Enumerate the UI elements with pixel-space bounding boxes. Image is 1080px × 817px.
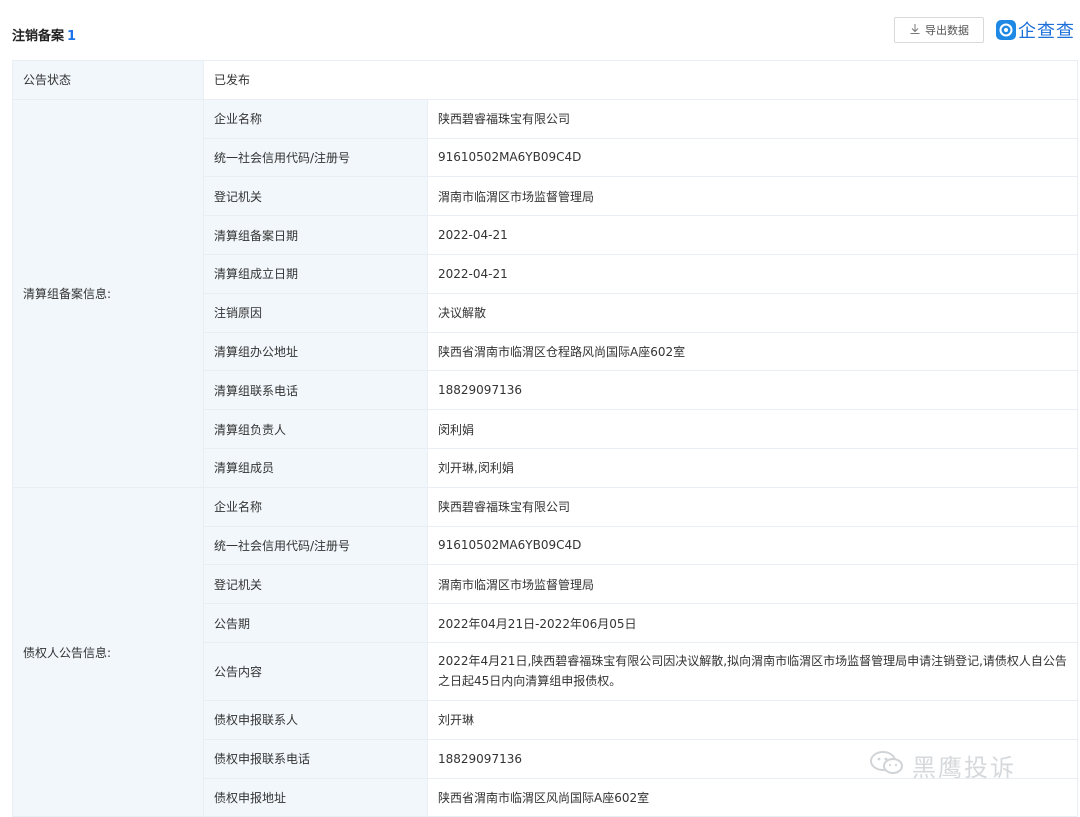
- cancellation-record-table: 公告状态 已发布 清算组备案信息: 企业名称 陕西碧睿福珠宝有限公司 统一社会信…: [12, 60, 1078, 817]
- section-header: 注销备案 1 导出数据 企查查: [0, 0, 1080, 64]
- field-label: 清算组负责人: [203, 409, 428, 449]
- field-value: 渭南市临渭区市场监督管理局: [427, 176, 1078, 217]
- field-label: 债权申报地址: [203, 777, 428, 817]
- field-label: 统一社会信用代码/注册号: [203, 525, 428, 566]
- field-label: 企业名称: [203, 486, 428, 527]
- export-data-button[interactable]: 导出数据: [894, 17, 984, 43]
- field-label: 清算组办公地址: [203, 331, 428, 372]
- status-value: 已发布: [203, 60, 1078, 100]
- field-label: 登记机关: [203, 176, 428, 217]
- watermark: 黑鹰投诉: [868, 748, 1016, 783]
- field-label: 债权申报联系电话: [203, 738, 428, 779]
- watermark-text: 黑鹰投诉: [912, 754, 1016, 782]
- field-label: 债权申报联系人: [203, 699, 428, 740]
- logo-text: 企查查: [1018, 21, 1075, 42]
- table-row: 公告状态 已发布: [12, 60, 1078, 100]
- field-label: 清算组联系电话: [203, 370, 428, 411]
- field-value: 刘开琳: [427, 699, 1078, 740]
- field-label: 登记机关: [203, 564, 428, 605]
- field-value: 陕西省渭南市临渭区仓程路风尚国际A座602室: [427, 331, 1078, 372]
- field-label: 清算组备案日期: [203, 215, 428, 255]
- field-value: 91610502MA6YB09C4D: [427, 137, 1078, 178]
- qcc-logo: 企查查: [996, 18, 1075, 42]
- field-value: 陕西碧睿福珠宝有限公司: [427, 98, 1078, 139]
- field-value: 刘开琳,闵利娟: [427, 447, 1078, 488]
- title-text: 注销备案: [12, 29, 65, 44]
- field-value: 2022-04-21: [427, 215, 1078, 255]
- field-value: 2022年04月21日-2022年06月05日: [427, 603, 1078, 643]
- field-value: 91610502MA6YB09C4D: [427, 525, 1078, 566]
- download-icon: [909, 23, 921, 38]
- table-row: 债权人公告信息: 企业名称 陕西碧睿福珠宝有限公司: [12, 486, 1078, 817]
- field-value: 18829097136: [427, 370, 1078, 411]
- export-label: 导出数据: [925, 24, 969, 37]
- field-label: 公告内容: [203, 641, 428, 701]
- creditor-notice-label: 债权人公告信息:: [12, 486, 204, 817]
- field-value: 渭南市临渭区市场监督管理局: [427, 564, 1078, 605]
- field-label: 公告期: [203, 603, 428, 643]
- wechat-icon: [868, 749, 906, 783]
- field-label: 清算组成员: [203, 447, 428, 488]
- field-value: 陕西碧睿福珠宝有限公司: [427, 486, 1078, 527]
- table-row: 清算组备案信息: 企业名称 陕西碧睿福珠宝有限公司: [12, 98, 1078, 488]
- logo-icon: [996, 20, 1016, 40]
- section-title: 注销备案 1: [12, 25, 76, 44]
- field-label: 清算组成立日期: [203, 253, 428, 294]
- field-value: 决议解散: [427, 292, 1078, 333]
- field-value: 闵利娟: [427, 409, 1078, 449]
- record-count: 1: [67, 29, 77, 44]
- field-value: 陕西省渭南市临渭区风尚国际A座602室: [427, 777, 1078, 817]
- field-value: 2022-04-21: [427, 253, 1078, 294]
- liquidation-group-label: 清算组备案信息:: [12, 98, 204, 488]
- field-label: 企业名称: [203, 98, 428, 139]
- status-label: 公告状态: [12, 60, 204, 100]
- field-value: 2022年4月21日,陕西碧睿福珠宝有限公司因决议解散,拟向渭南市临渭区市场监督…: [427, 641, 1078, 701]
- field-label: 注销原因: [203, 292, 428, 333]
- field-label: 统一社会信用代码/注册号: [203, 137, 428, 178]
